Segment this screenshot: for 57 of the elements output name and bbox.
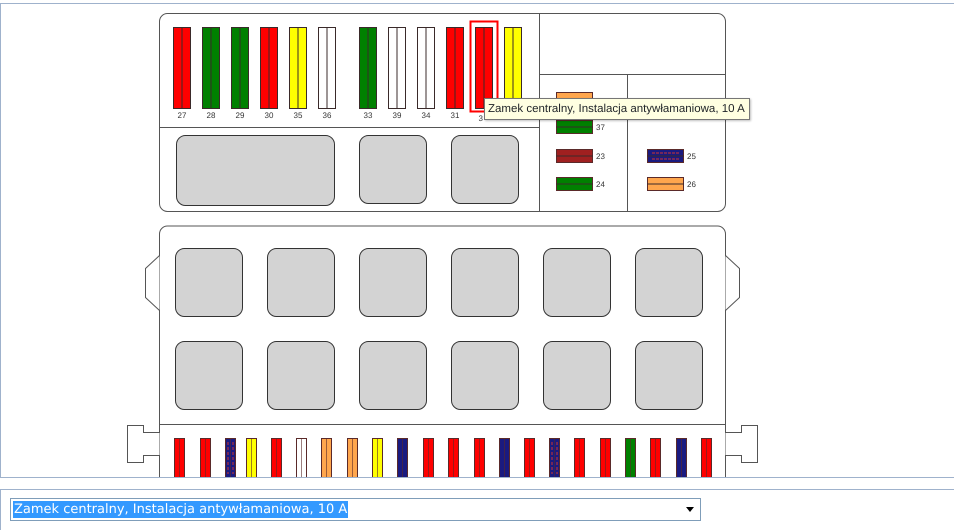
dropdown[interactable]: Zamek centralny, Instalacja antywłamaniowa, 10 A [10,498,701,521]
fuse [397,438,408,477]
fuse-number: 27 [178,111,186,120]
fuse [600,438,611,477]
fuse-number: 3 [478,114,483,123]
relay [543,341,611,410]
fuse [200,438,211,477]
fuse-number: 29 [236,111,244,120]
fuse [499,438,510,477]
fuse-number: 39 [392,111,402,120]
fuse-number: 33 [364,111,372,120]
relay [451,248,519,317]
tooltip: Zamek centralny, Instalacja antywłamaniowa, 10 A [484,98,750,120]
relay [175,341,243,410]
fuse-number: 23 [596,152,605,161]
relay [451,135,519,204]
mount-tab [725,255,740,311]
fuse-number: 37 [596,123,605,132]
fuse-number: 24 [596,180,605,189]
fuse [296,438,307,477]
fuse-number: 30 [264,111,274,120]
relay [359,341,427,410]
fuse [676,438,687,477]
fuse-number: 28 [206,111,216,120]
fuse [321,438,332,477]
relay [267,341,335,410]
relay [543,248,611,317]
mount-tab [725,425,758,463]
fuse-number: 25 [687,152,696,161]
fuse [524,438,535,477]
fuse-number: 36 [322,111,332,120]
relay [635,341,703,410]
fuse [372,438,383,477]
relay [635,248,703,317]
fuse [174,438,185,477]
fuse [448,438,459,477]
relay [451,341,519,410]
relay [359,248,427,317]
fuse [423,438,434,477]
relay [359,135,427,204]
fuse [347,438,358,477]
fuse [701,438,712,477]
relay [267,248,335,317]
mount-tab [145,255,160,311]
fuse [246,438,257,477]
caret-icon [686,507,694,512]
fuse [574,438,585,477]
fuse [650,438,661,477]
fuse [625,438,636,477]
relay [175,248,243,317]
mount-tab [127,425,160,463]
fuse-number: 34 [422,111,430,120]
fuse-number: 35 [294,111,302,120]
fuse-number: 31 [450,111,460,120]
fuse [474,438,485,477]
fuse-number: 26 [687,180,696,189]
fuse [271,438,282,477]
